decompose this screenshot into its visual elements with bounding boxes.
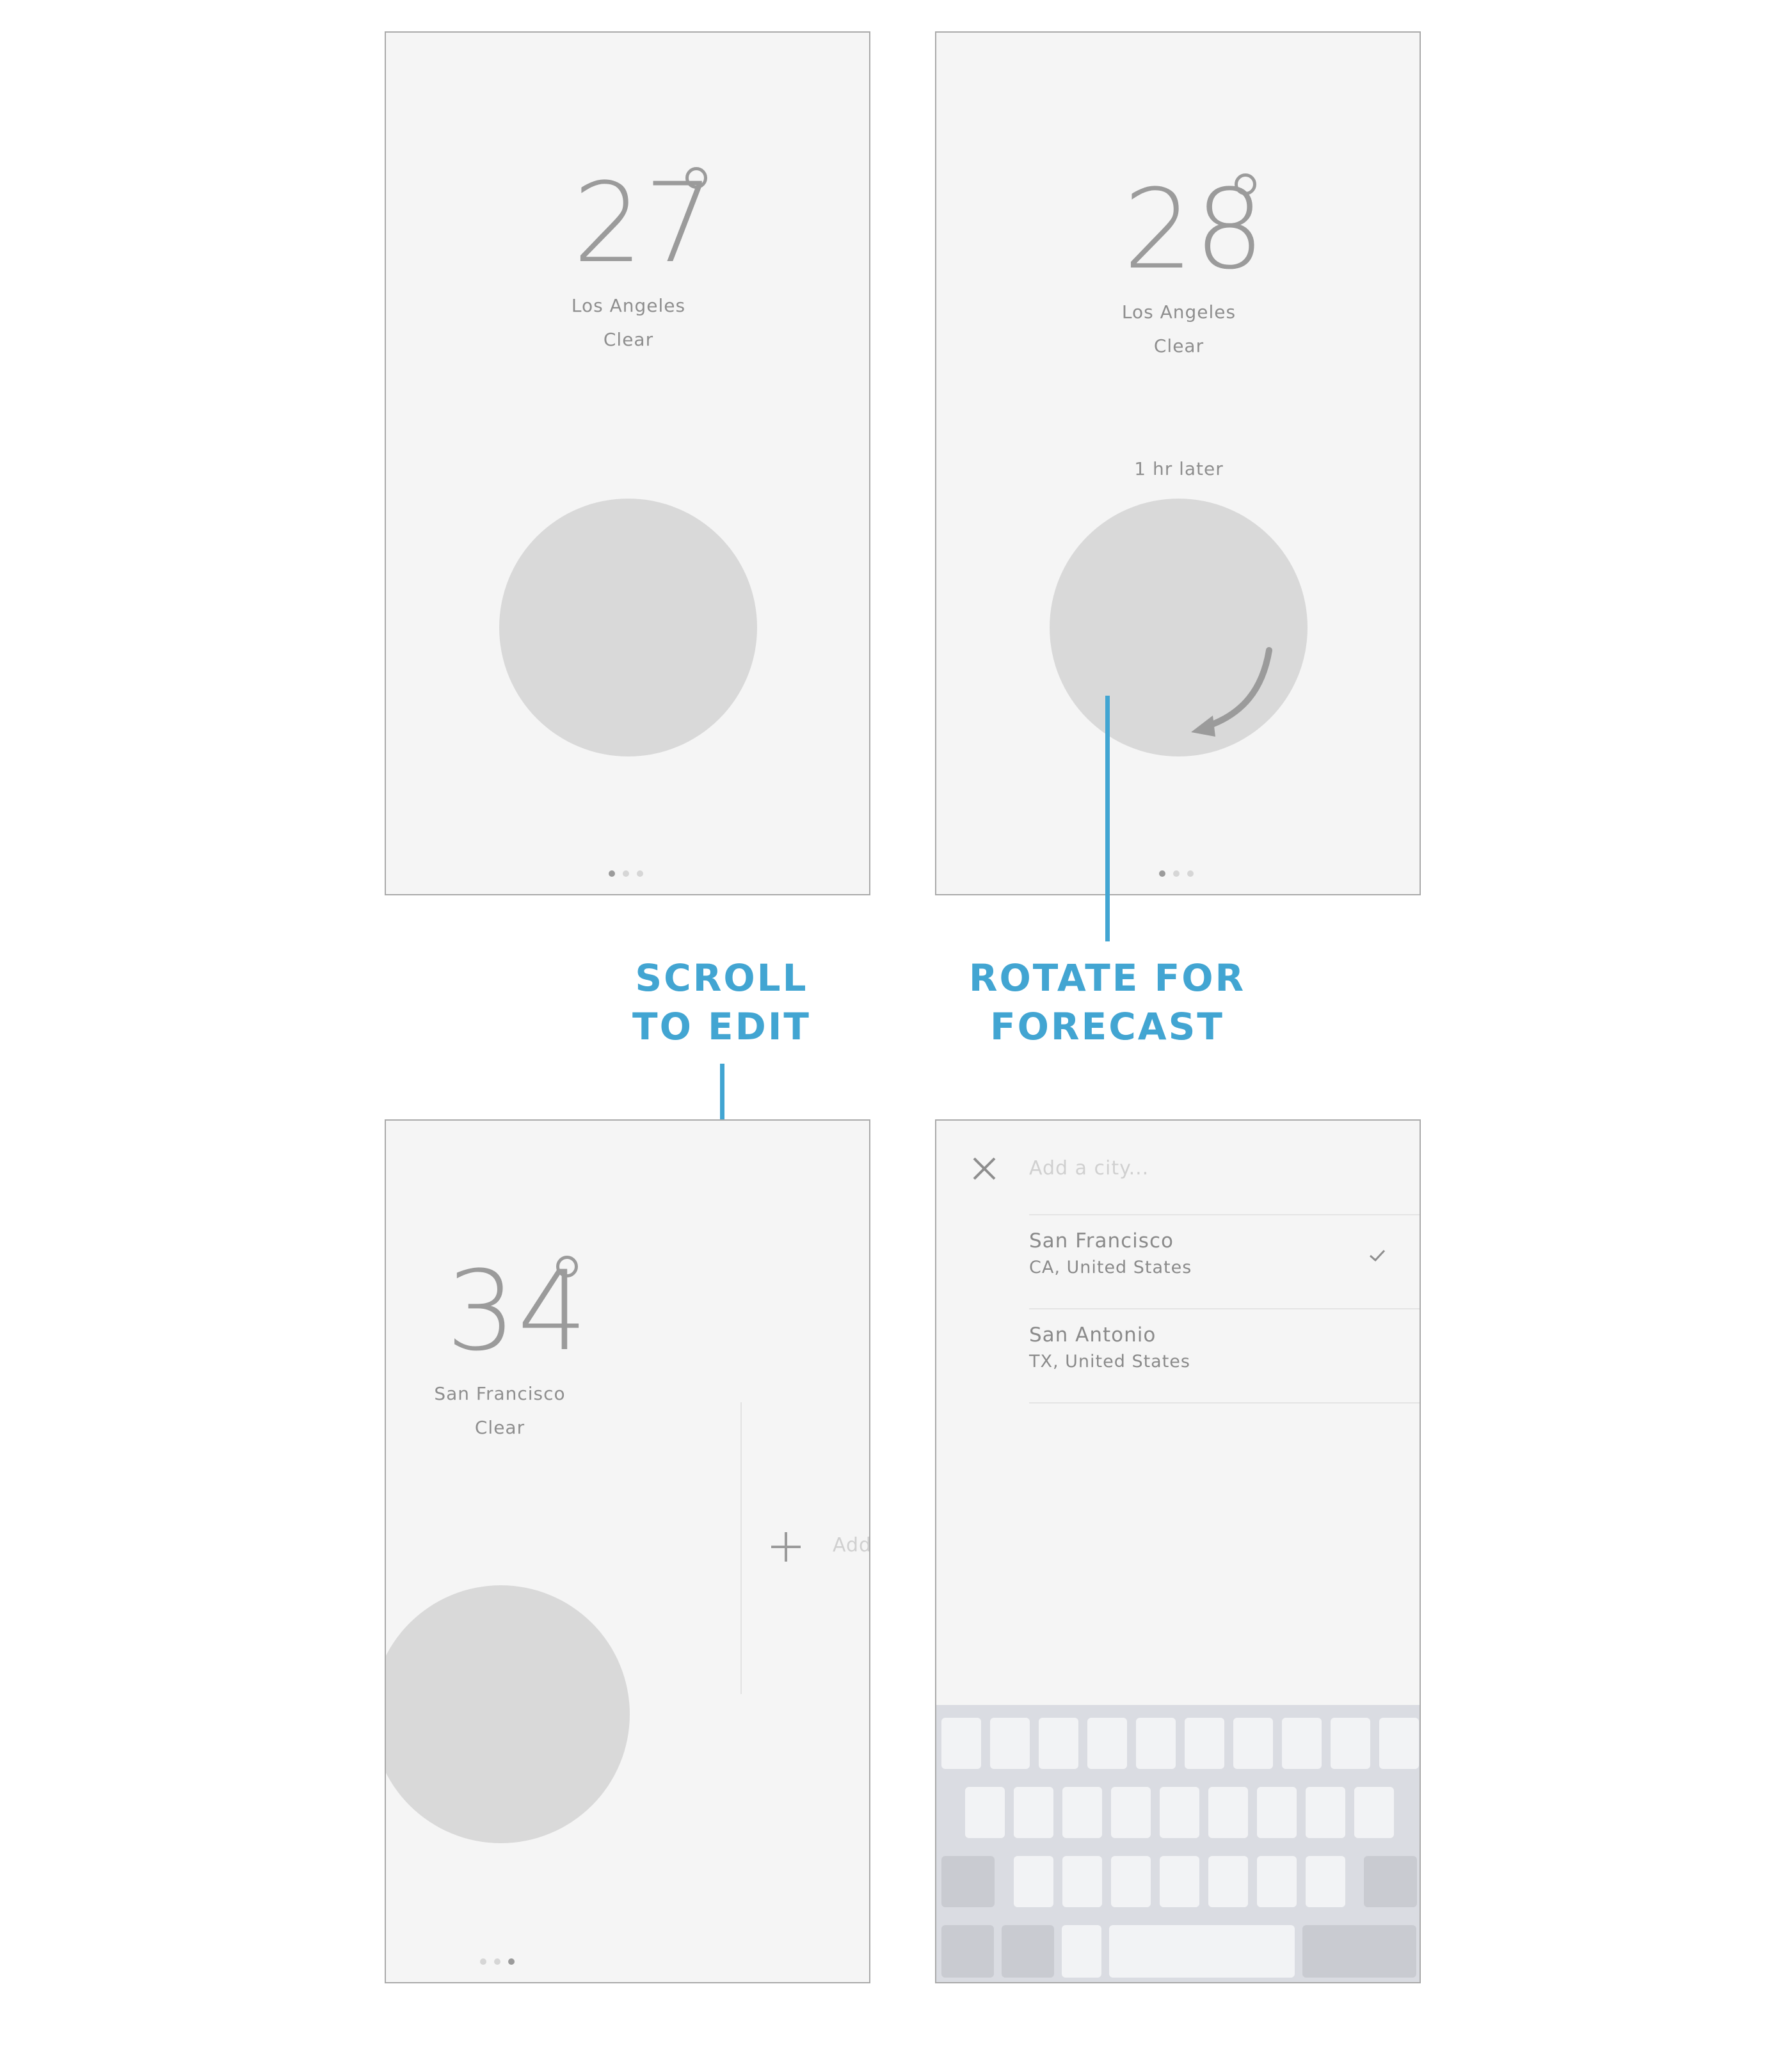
plus-icon[interactable] [770, 1531, 802, 1563]
forecast-time-label: 1 hr later [1134, 458, 1224, 479]
key[interactable] [1062, 1787, 1102, 1838]
close-icon[interactable] [972, 1156, 996, 1181]
key[interactable] [1331, 1718, 1370, 1769]
callout-rotate-line-2: FORECAST [990, 1005, 1224, 1048]
key[interactable] [1306, 1856, 1345, 1907]
check-icon [1370, 1249, 1386, 1262]
weather-dial[interactable] [386, 1585, 630, 1843]
city-name: San Francisco [434, 1383, 566, 1404]
key[interactable] [1039, 1718, 1078, 1769]
key[interactable] [1087, 1718, 1127, 1769]
panel-divider [740, 1402, 742, 1694]
key[interactable] [1185, 1718, 1224, 1769]
key[interactable] [1014, 1787, 1053, 1838]
screen-scroll-edit: 34 San Francisco Clear Add [385, 1119, 870, 1983]
key[interactable] [1233, 1718, 1273, 1769]
weather-condition: Clear [603, 329, 654, 350]
key[interactable] [1111, 1787, 1151, 1838]
keyboard [936, 1705, 1420, 1982]
key[interactable] [1062, 1925, 1101, 1978]
key[interactable] [1282, 1718, 1322, 1769]
city-name: Los Angeles [1121, 301, 1236, 323]
callout-rotate-line-1: ROTATE FOR [968, 956, 1246, 1000]
page-dot-2[interactable] [623, 870, 629, 877]
return-key[interactable] [1302, 1925, 1416, 1978]
page-indicator [480, 1958, 515, 1965]
callout-scroll-line-2: TO EDIT [632, 1005, 811, 1048]
divider [1029, 1402, 1420, 1404]
add-city-label[interactable]: Add [833, 1534, 869, 1556]
result-region: CA, United States [1029, 1258, 1192, 1277]
key[interactable] [1160, 1787, 1199, 1838]
degree-symbol [556, 1256, 578, 1277]
page-dot-3[interactable] [637, 870, 643, 877]
key[interactable] [1379, 1718, 1419, 1769]
page-dot-2[interactable] [1173, 870, 1180, 877]
numbers-key[interactable] [941, 1925, 994, 1978]
key[interactable] [1257, 1787, 1297, 1838]
result-row-san-francisco[interactable]: San Francisco CA, United States [1029, 1229, 1413, 1306]
screen-current-weather: 27 Los Angeles Clear [385, 31, 870, 895]
page-dot-1[interactable] [480, 1958, 486, 1965]
key[interactable] [1062, 1856, 1102, 1907]
page-dot-3[interactable] [1187, 870, 1194, 877]
key[interactable] [941, 1718, 981, 1769]
degree-symbol [685, 167, 707, 189]
weather-condition: Clear [474, 1417, 525, 1438]
page-dot-2[interactable] [494, 1958, 500, 1965]
city-search-input[interactable]: Add a city... [1029, 1157, 1149, 1180]
rotate-arrow-icon [1191, 647, 1272, 737]
weather-condition: Clear [1153, 335, 1204, 356]
key[interactable] [1208, 1856, 1248, 1907]
result-row-san-antonio[interactable]: San Antonio TX, United States [1029, 1324, 1413, 1400]
divider [1029, 1308, 1420, 1309]
key[interactable] [1136, 1718, 1176, 1769]
callout-rotate-connector [1105, 696, 1110, 941]
page-dot-1[interactable] [1159, 870, 1165, 877]
key[interactable] [965, 1787, 1005, 1838]
shift-key[interactable] [941, 1856, 995, 1907]
key[interactable] [1014, 1856, 1053, 1907]
key[interactable] [1306, 1787, 1345, 1838]
weather-dial[interactable] [499, 499, 757, 756]
backspace-key[interactable] [1364, 1856, 1417, 1907]
result-city-name: San Francisco [1029, 1229, 1174, 1252]
key[interactable] [1111, 1856, 1151, 1907]
key[interactable] [990, 1718, 1030, 1769]
key[interactable] [1257, 1856, 1297, 1907]
page-indicator [609, 870, 643, 877]
callout-scroll-to-edit: SCROLL TO EDIT [576, 954, 867, 1051]
divider [1029, 1214, 1420, 1215]
degree-symbol [1235, 173, 1256, 195]
key[interactable] [1208, 1787, 1248, 1838]
callout-rotate-for-forecast: ROTATE FOR FORECAST [954, 954, 1261, 1051]
callout-scroll-line-1: SCROLL [635, 956, 808, 1000]
screen-forecast-rotate: 28 Los Angeles Clear 1 hr later [935, 31, 1421, 895]
page-dot-1[interactable] [609, 870, 615, 877]
key[interactable] [1354, 1787, 1394, 1838]
city-name: Los Angeles [571, 295, 686, 316]
screen-add-city: Add a city... San Francisco CA, United S… [935, 1119, 1421, 1983]
page-indicator [1159, 870, 1194, 877]
result-region: TX, United States [1029, 1352, 1190, 1372]
space-key[interactable] [1109, 1925, 1295, 1978]
result-city-name: San Antonio [1029, 1324, 1156, 1347]
page-dot-3[interactable] [508, 1958, 515, 1965]
key[interactable] [1160, 1856, 1199, 1907]
globe-key[interactable] [1002, 1925, 1054, 1978]
